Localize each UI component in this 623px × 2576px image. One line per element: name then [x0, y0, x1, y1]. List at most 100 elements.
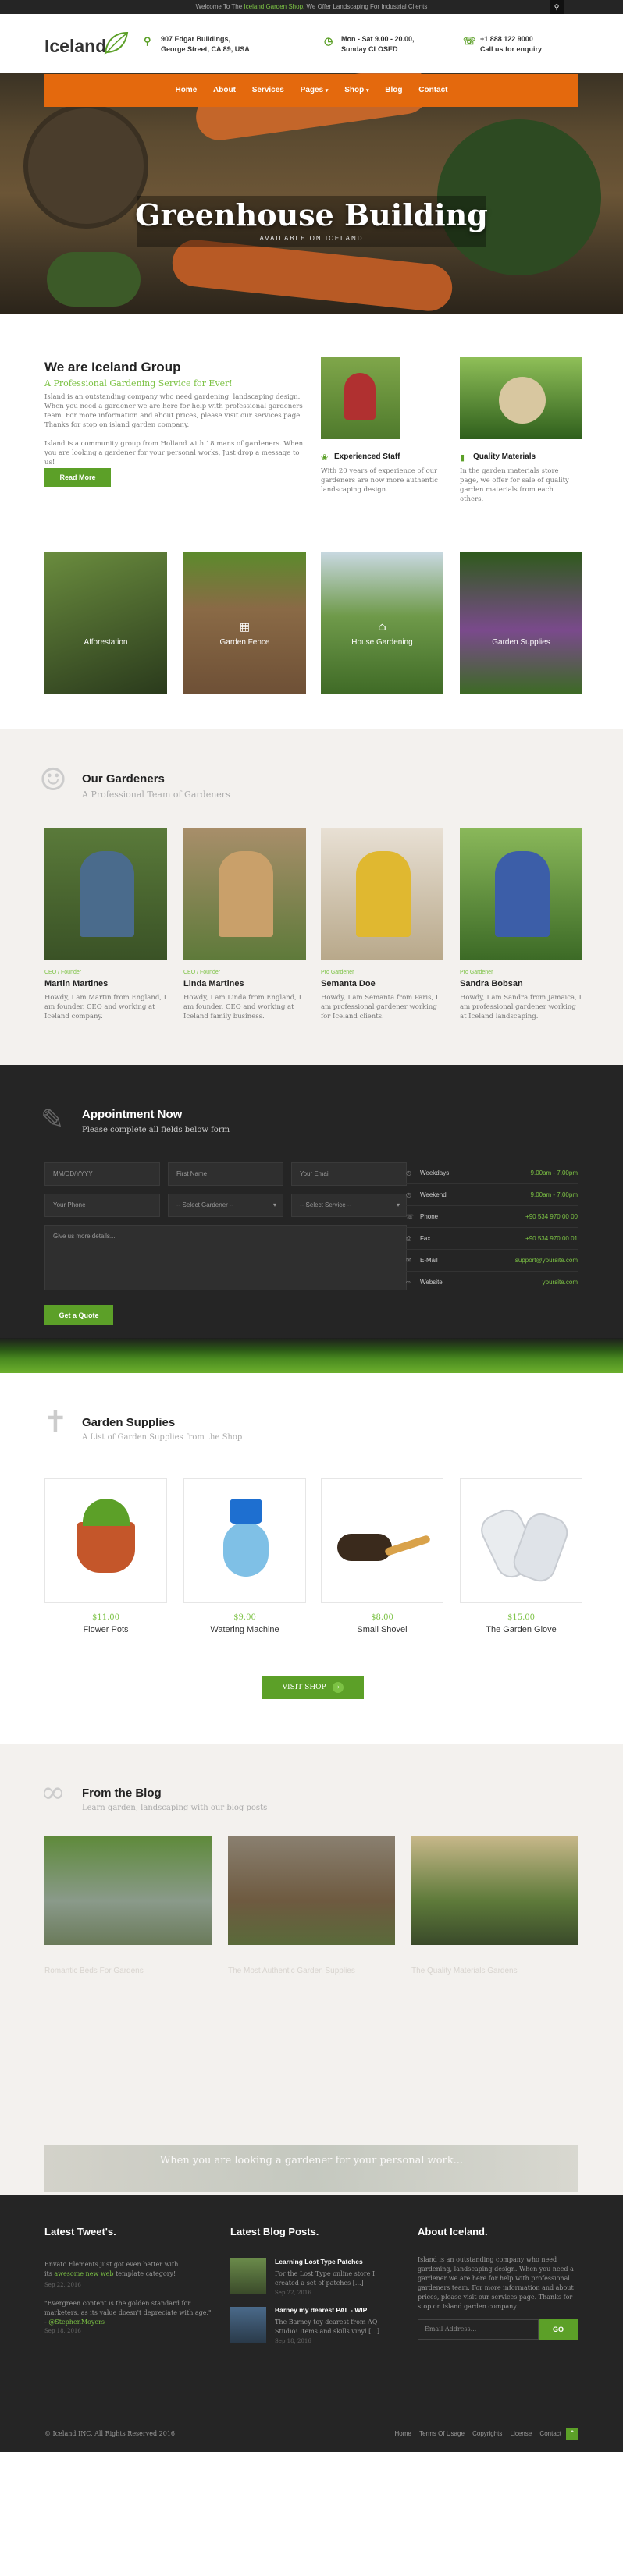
team-name[interactable]: Sandra Bobsan: [460, 979, 582, 988]
footer-post-1-title[interactable]: Learning Lost Type Patches: [275, 2257, 363, 2266]
phone-icon: ☏: [406, 1213, 415, 1220]
service-card-garden-fence[interactable]: ▦ Garden Fence: [183, 552, 306, 694]
footer-about-text: Island is an outstanding company who nee…: [418, 2256, 574, 2310]
header-phone: ☏ +1 888 122 9000 Call us for enquiry: [463, 34, 542, 55]
search-icon[interactable]: ⚲: [550, 0, 564, 14]
read-more-button[interactable]: Read More: [44, 468, 111, 487]
team-name[interactable]: Martin Martines: [44, 979, 167, 988]
tweet-1-link[interactable]: awesome new web: [54, 2270, 113, 2277]
product-card[interactable]: $15.00 The Garden Glove: [460, 1478, 582, 1634]
gardener-select[interactable]: -- Select Gardener -- ▾: [168, 1194, 283, 1217]
topbar-link[interactable]: Iceland Garden Shop.: [244, 3, 304, 10]
product-name[interactable]: Watering Machine: [184, 1625, 305, 1634]
footer-post-2-title[interactable]: Barney my dearest PAL - WIP: [275, 2305, 367, 2315]
email-input[interactable]: Your Email: [291, 1162, 407, 1186]
service-card-garden-supplies[interactable]: Garden Supplies: [460, 552, 582, 694]
nav-shop-label: Shop: [344, 86, 365, 94]
service-select[interactable]: -- Select Service -- ▾: [291, 1194, 407, 1217]
site-header: Iceland ⚲ 907 Edgar Buildings, George St…: [0, 14, 623, 73]
service-card-house-gardening[interactable]: ⌂ House Gardening: [321, 552, 443, 694]
footer-post-thumb[interactable]: [230, 2307, 266, 2343]
product-price: $11.00: [92, 1613, 119, 1622]
blog-post-title[interactable]: Romantic Beds For Gardens: [44, 1967, 144, 1975]
blog-heading: From the Blog: [82, 1787, 162, 1800]
blog-post-image: [44, 1836, 212, 1945]
contact-label: Website: [420, 1279, 443, 1286]
footer-post-thumb[interactable]: [230, 2258, 266, 2294]
nav-pages[interactable]: Pages ▾: [301, 74, 329, 108]
hero-banner: Greenhouse Building AVAILABLE ON ICELAND: [0, 73, 623, 314]
hero-image-leaves: [47, 252, 141, 307]
shop-heading: Garden Supplies: [82, 1416, 176, 1429]
service-select-value: -- Select Service --: [300, 1201, 352, 1208]
contact-row-weekdays: ◷ Weekdays 9.00am - 7.00pm: [406, 1162, 578, 1184]
product-card[interactable]: $11.00 Flower Pots: [44, 1478, 167, 1634]
blog-post-card[interactable]: The Most Authentic Garden Supplies: [228, 1836, 395, 1975]
nav-home[interactable]: Home: [175, 74, 197, 107]
link-icon: ∞: [41, 1775, 66, 1809]
flower-pot-image: [77, 1522, 135, 1573]
service-label-garden-fence: Garden Fence: [219, 638, 270, 647]
product-price: $9.00: [233, 1613, 256, 1622]
product-card[interactable]: $8.00 Small Shovel: [321, 1478, 443, 1634]
quote-text: When you are looking a gardener for your…: [159, 2155, 464, 2166]
shop-subheading: A List of Garden Supplies from the Shop: [82, 1433, 243, 1442]
phone-input[interactable]: Your Phone: [44, 1194, 160, 1217]
newsletter-go-button[interactable]: GO: [539, 2319, 578, 2340]
blog-post-title[interactable]: The Quality Materials Gardens: [411, 1967, 518, 1975]
nav-shop[interactable]: Shop ▾: [344, 74, 368, 108]
feature-title-materials: Quality Materials: [473, 452, 536, 461]
topbar-text-pre: Welcome To The: [195, 3, 244, 10]
footer-link-terms[interactable]: Terms Of Usage: [419, 2430, 465, 2437]
product-name[interactable]: Flower Pots: [45, 1625, 166, 1634]
gardeners-section: ☺ Our Gardeners A Professional Team of G…: [0, 729, 623, 1065]
phone-icon: ☏: [463, 35, 476, 47]
footer-link-contact[interactable]: Contact: [539, 2430, 561, 2437]
footer-about-heading: About Iceland.: [418, 2226, 488, 2237]
scroll-to-top-icon[interactable]: ⌃: [566, 2428, 578, 2440]
nav-contact[interactable]: Contact: [418, 74, 447, 107]
contact-value[interactable]: support@yoursite.com: [515, 1250, 578, 1271]
nav-services[interactable]: Services: [252, 74, 284, 107]
contact-value[interactable]: yoursite.com: [543, 1272, 578, 1293]
message-textarea[interactable]: Give us more details...: [44, 1225, 407, 1290]
footer-link-home[interactable]: Home: [395, 2430, 411, 2437]
chevron-down-icon: ▾: [396, 1201, 400, 1208]
blog-section: ∞ From the Blog Learn garden, landscapin…: [0, 1744, 623, 2195]
shovel-icon: ✝: [43, 1404, 68, 1439]
feature-text-staff: With 20 years of experience of our garde…: [321, 467, 438, 494]
team-bio: Howdy, I am Semanta from Paris, I am pro…: [321, 994, 439, 1020]
product-name[interactable]: Small Shovel: [322, 1625, 443, 1634]
nav-blog[interactable]: Blog: [385, 74, 402, 107]
first-name-input[interactable]: First Name: [168, 1162, 283, 1186]
blog-post-card[interactable]: The Quality Materials Gardens: [411, 1836, 578, 1975]
team-name[interactable]: Linda Martines: [183, 979, 306, 988]
site-logo[interactable]: Iceland: [44, 31, 129, 57]
date-input[interactable]: MM/DD/YYYY: [44, 1162, 160, 1186]
link-icon: ∞: [406, 1279, 411, 1286]
footer-link-copyrights[interactable]: Copyrights: [472, 2430, 502, 2437]
tweet-2-link[interactable]: @StephenMoyers: [48, 2319, 105, 2326]
main-nav: Home About Services Pages ▾ Shop ▾ Blog …: [44, 74, 578, 107]
team-name[interactable]: Semanta Doe: [321, 979, 443, 988]
product-card[interactable]: $9.00 Watering Machine: [183, 1478, 306, 1634]
header-address: ⚲ 907 Edgar Buildings, George Street, CA…: [144, 34, 250, 55]
footer-tweets-heading: Latest Tweet's.: [44, 2226, 116, 2237]
blog-post-title[interactable]: The Most Authentic Garden Supplies: [228, 1967, 355, 1975]
envelope-icon: ✉: [406, 1257, 411, 1264]
nav-about[interactable]: About: [213, 74, 236, 107]
feature-image-staff: [321, 357, 400, 439]
contact-value[interactable]: +90 534 970 00 00: [525, 1206, 578, 1227]
chevron-down-icon: ▾: [272, 1201, 276, 1208]
newsletter-email-input[interactable]: Email Address...: [418, 2319, 539, 2340]
address-line1: 907 Edgar Buildings,: [161, 35, 231, 43]
service-card-afforestation[interactable]: Afforestation: [44, 552, 167, 694]
about-tagline: A Professional Gardening Service for Eve…: [44, 378, 233, 389]
service-label-house-gardening: House Gardening: [351, 638, 413, 647]
product-name[interactable]: The Garden Glove: [461, 1625, 582, 1634]
clock-icon: ◷: [406, 1191, 411, 1198]
visit-shop-button[interactable]: VISIT SHOP ›: [262, 1676, 364, 1699]
get-quote-button[interactable]: Get a Quote: [44, 1305, 113, 1325]
blog-post-card[interactable]: Romantic Beds For Gardens: [44, 1836, 212, 1975]
footer-link-license[interactable]: License: [511, 2430, 532, 2437]
